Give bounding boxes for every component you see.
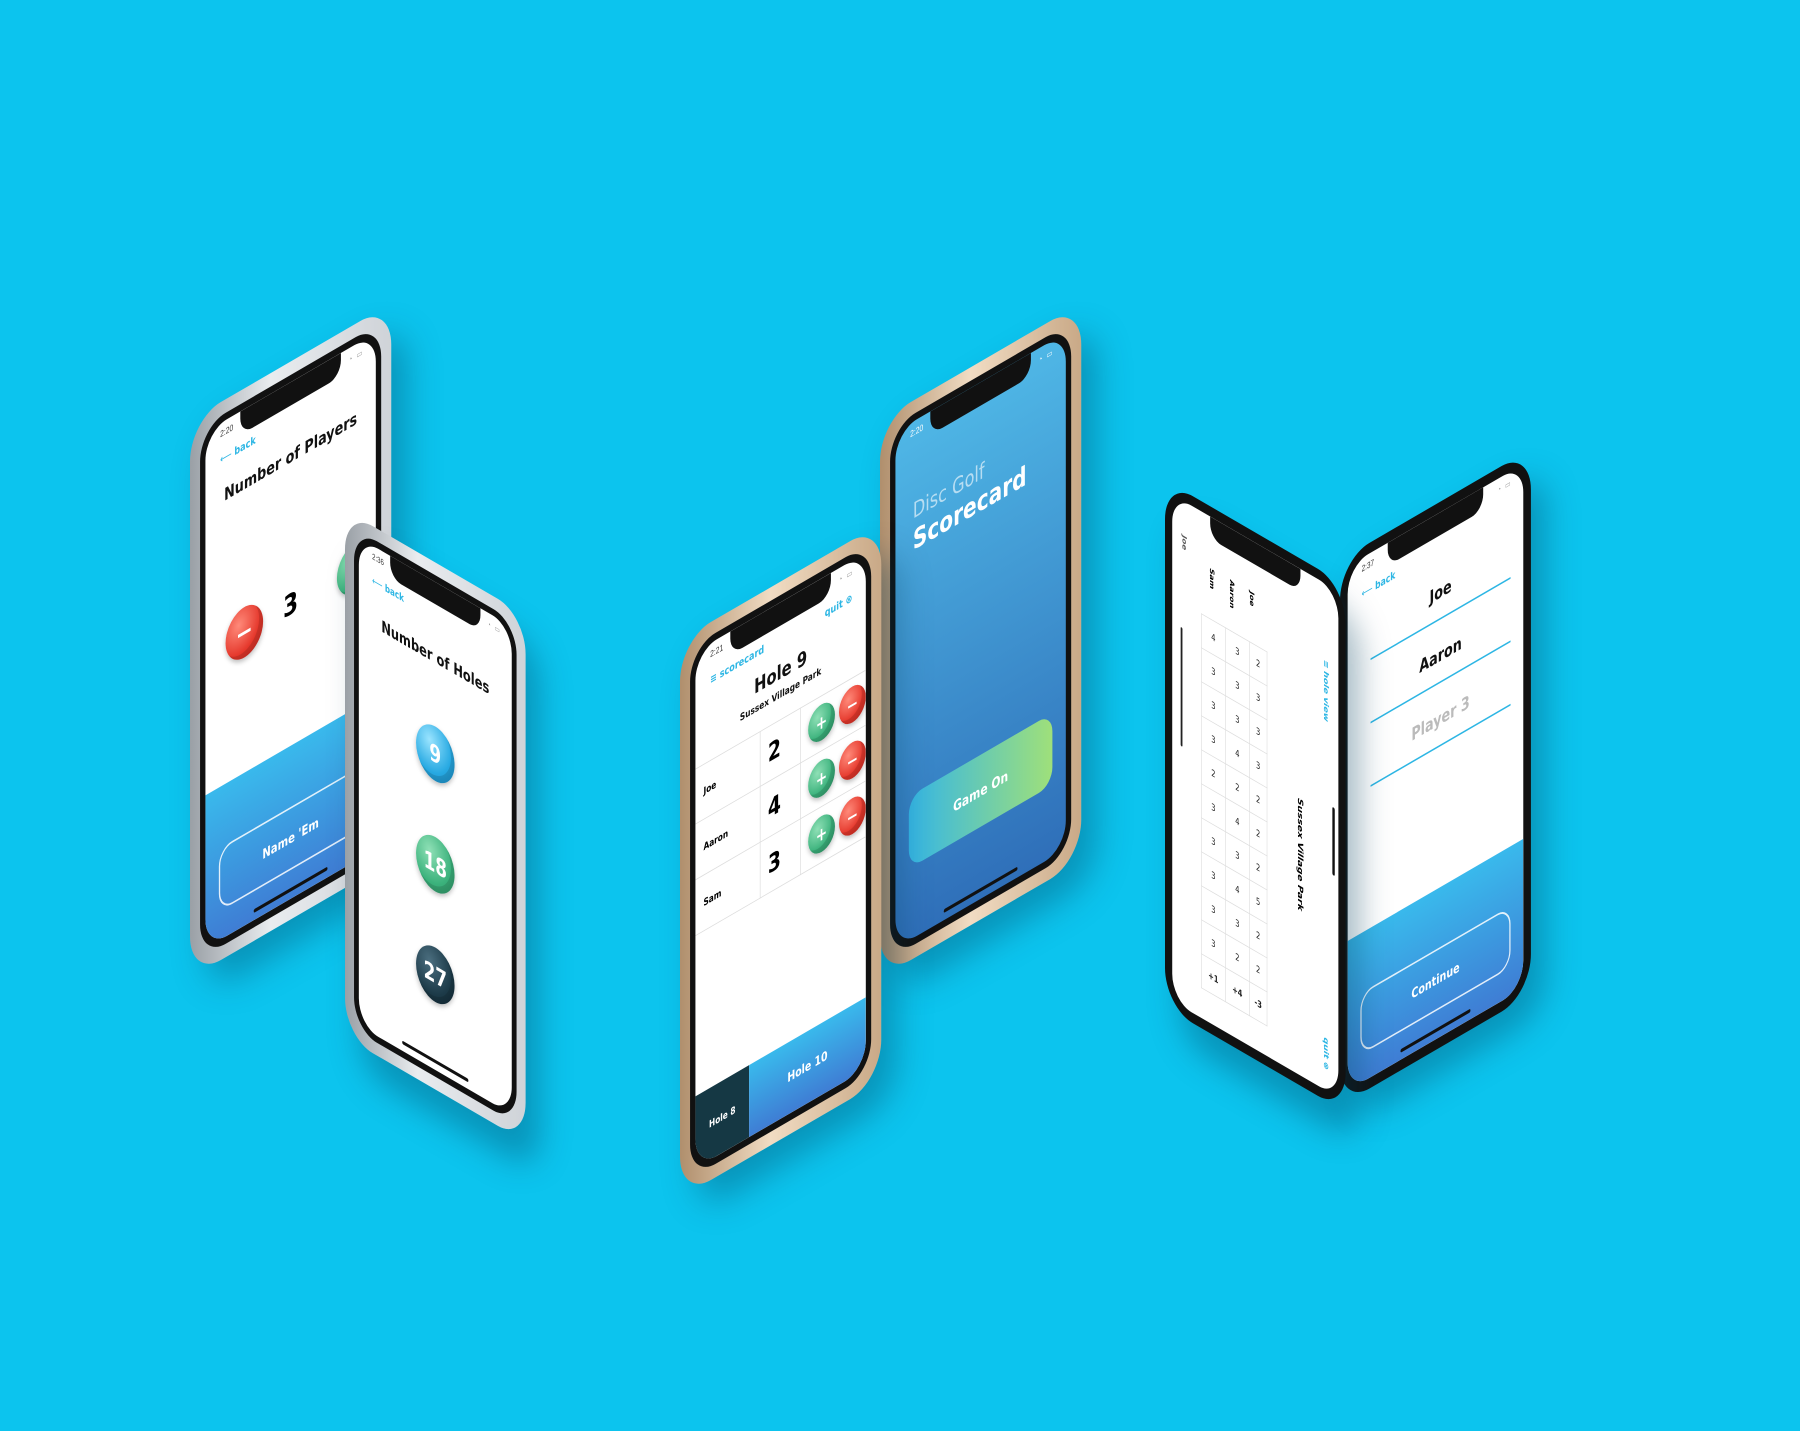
player-score: 2 <box>767 731 781 769</box>
status-time: 2:37 <box>1361 557 1375 575</box>
minus-icon[interactable]: − <box>838 734 866 787</box>
back-link[interactable]: back <box>1362 568 1395 600</box>
screen-number-of-holes: 2:36 ◔ ▭ back Number of Holes 9 18 27 <box>358 537 512 1115</box>
course-name: Sussex Village Park <box>1296 796 1305 914</box>
wifi-battery-icon: ◔ ▭ <box>838 566 854 585</box>
quit-link-label: quit <box>824 596 843 620</box>
notch <box>1387 487 1484 566</box>
wifi-battery-icon: ◔ ▭ <box>1497 477 1512 495</box>
status-time: 2:21 <box>710 642 724 661</box>
home-indicator <box>1332 806 1335 877</box>
scorecard-header: Sam Aaron Joe <box>1208 566 1254 621</box>
notch <box>930 352 1031 435</box>
close-icon: ⊗ <box>845 591 853 608</box>
phone-player-names: 2:37 ◔ ▭ back Joe Aaron Player 3 Continu… <box>1340 449 1531 1106</box>
scorecard-table: 432 333 333 343 222 342 332 345 332 322 … <box>1201 613 1268 1026</box>
column-divider <box>759 730 761 899</box>
quit-link[interactable]: quit ⊗ <box>825 591 853 620</box>
player-name: Sam <box>703 886 722 909</box>
footer-gradient: Continue <box>1347 838 1524 1091</box>
home-indicator <box>943 866 1018 914</box>
screen-player-names: 2:37 ◔ ▭ back Joe Aaron Player 3 Continu… <box>1347 464 1524 1091</box>
close-icon: ⊗ <box>1322 1059 1330 1073</box>
column-divider <box>800 707 801 876</box>
continue-button[interactable]: Continue <box>1360 906 1511 1056</box>
menu-icon: ≡ <box>710 668 720 687</box>
scorecard-player-label: Joe <box>1180 533 1188 552</box>
col-header: Sam <box>1208 566 1215 591</box>
quit-link[interactable]: quit ⊗ <box>1322 1036 1330 1073</box>
home-indicator <box>402 1040 469 1083</box>
wifi-battery-icon: ◔ ▭ <box>1038 346 1054 365</box>
status-time: 2:20 <box>220 422 234 441</box>
phone-hole-view: 2:21 ◔ ▭ ≡ scorecard quit ⊗ Hole 9 Susse… <box>680 523 882 1198</box>
wifi-battery-icon: ◔ ▭ <box>348 346 364 365</box>
col-header: Joe <box>1248 589 1255 609</box>
screen-hole-view: 2:21 ◔ ▭ ≡ scorecard quit ⊗ Hole 9 Susse… <box>695 552 866 1169</box>
plus-icon[interactable]: + <box>808 696 835 749</box>
hole-view-link[interactable]: ≡ hole view <box>1322 658 1330 724</box>
player-name: Aaron <box>703 827 729 854</box>
quit-link-label: quit <box>1322 1035 1330 1062</box>
holes-18-button[interactable]: 18 <box>416 825 455 903</box>
player-name: Joe <box>703 778 717 798</box>
mockup-stage: 2:20 ◔ ▭ back Number of Players − 3 + Na… <box>0 0 1800 1431</box>
game-on-button[interactable]: Game On <box>908 713 1053 869</box>
player-score: 4 <box>767 787 781 825</box>
holes-27-button[interactable]: 27 <box>416 936 455 1014</box>
wifi-battery-icon: ◔ ▭ <box>487 619 501 636</box>
plus-icon[interactable]: + <box>808 752 835 805</box>
notch <box>240 352 341 435</box>
scrollbar[interactable] <box>1180 626 1183 747</box>
plus-icon[interactable]: + <box>808 808 835 860</box>
hole-view-link-label: hole view <box>1322 669 1330 724</box>
screen-scorecard: Joe ≡ hole view quit ⊗ Sussex Village Pa… <box>1172 494 1339 1098</box>
player-score: 3 <box>767 843 781 881</box>
screen-splash: 2:20 ◔ ▭ Disc Golf Scorecard Game On <box>895 332 1066 949</box>
col-header: Aaron <box>1228 577 1235 611</box>
status-time: 2:20 <box>910 422 924 441</box>
phone-splash: 2:20 ◔ ▭ Disc Golf Scorecard Game On <box>880 303 1082 978</box>
holes-9-button[interactable]: 9 <box>416 715 455 793</box>
prev-hole-button[interactable]: Hole 8 <box>695 1065 750 1169</box>
phone-number-of-holes: 2:36 ◔ ▭ back Number of Holes 9 18 27 <box>345 510 526 1142</box>
minus-icon[interactable]: − <box>838 678 866 731</box>
status-time: 2:36 <box>372 552 384 569</box>
back-link[interactable]: back <box>220 433 255 466</box>
next-hole-button[interactable]: Hole 10 <box>749 997 866 1138</box>
phone-scorecard: Joe ≡ hole view quit ⊗ Sussex Village Pa… <box>1165 480 1346 1112</box>
minus-icon[interactable]: − <box>838 790 866 842</box>
